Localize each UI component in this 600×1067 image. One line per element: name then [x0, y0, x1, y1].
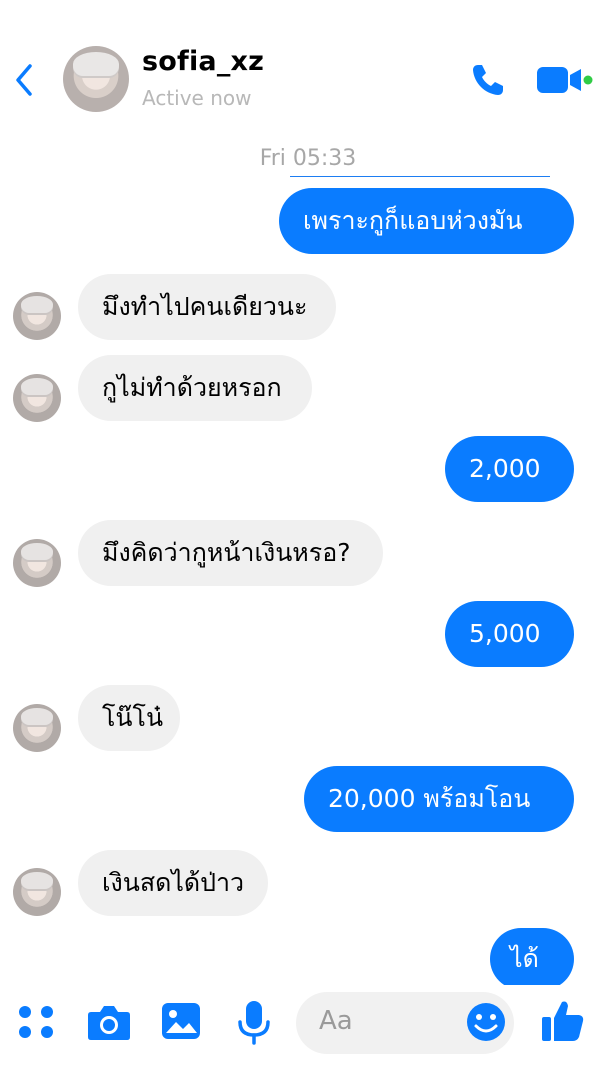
- active-status: Active now: [142, 86, 252, 110]
- message-bubble-outgoing[interactable]: 5,000: [445, 601, 574, 667]
- video-call-icon[interactable]: [535, 64, 593, 96]
- sender-avatar: [13, 292, 61, 340]
- apps-icon[interactable]: [14, 1000, 58, 1044]
- message-input-placeholder: Aa: [319, 1006, 353, 1036]
- message-bubble-outgoing[interactable]: 20,000 พร้อมโอน: [304, 766, 574, 832]
- sender-avatar: [13, 704, 61, 752]
- image-icon[interactable]: [160, 1000, 202, 1042]
- phone-call-icon[interactable]: [470, 62, 508, 98]
- message-bubble-incoming[interactable]: มึงทำไปคนเดียวนะ: [78, 274, 336, 340]
- contact-avatar[interactable]: [63, 46, 129, 112]
- back-chevron-icon[interactable]: [10, 60, 40, 100]
- message-bubble-outgoing[interactable]: ได้: [490, 928, 574, 990]
- online-dot-icon: [583, 75, 593, 85]
- message-timestamp: Fri 05:33: [259, 146, 357, 171]
- message-bubble-outgoing[interactable]: 2,000: [445, 436, 574, 502]
- message-bubble-incoming[interactable]: มึงคิดว่ากูหน้าเงินหรอ?: [78, 520, 383, 586]
- sender-avatar: [13, 374, 61, 422]
- message-bubble-outgoing[interactable]: เพราะกูก็แอบห่วงมัน: [279, 188, 574, 254]
- message-bubble-incoming[interactable]: กูไม่ทำด้วยหรอก: [78, 355, 312, 421]
- sender-avatar: [13, 868, 61, 916]
- thumbs-up-icon[interactable]: [540, 998, 586, 1044]
- contact-name[interactable]: sofia_xz: [142, 46, 264, 77]
- sender-avatar: [13, 539, 61, 587]
- emoji-icon[interactable]: [465, 1001, 507, 1043]
- microphone-icon[interactable]: [236, 998, 272, 1046]
- conversation-header: sofia_xz Active now: [0, 0, 600, 130]
- message-bubble-incoming[interactable]: เงินสดได้ป่าว: [78, 850, 268, 916]
- message-bubble-incoming[interactable]: โน๊โน๋: [78, 685, 180, 751]
- divider: [290, 176, 550, 177]
- camera-icon[interactable]: [85, 1000, 133, 1044]
